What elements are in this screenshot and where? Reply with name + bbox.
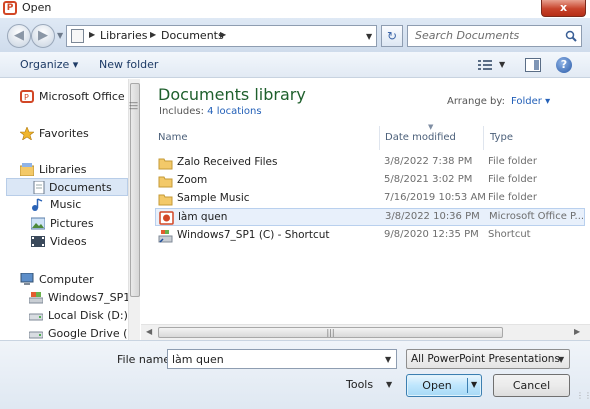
office-icon: P — [20, 90, 34, 103]
library-title: Documents library — [158, 85, 306, 104]
back-button[interactable]: ◀ — [7, 24, 31, 48]
nav-item-libraries[interactable]: Libraries — [20, 161, 128, 179]
file-type-select[interactable]: All PowerPoint Presentations ▼ — [406, 349, 570, 369]
nav-scrollbar[interactable] — [128, 79, 140, 340]
nav-item-pictures[interactable]: Pictures — [31, 215, 128, 233]
arrange-by-dropdown[interactable]: Folder ▾ — [511, 96, 550, 107]
chevron-right-icon[interactable]: ▶ — [220, 30, 226, 39]
view-options-icon[interactable] — [478, 59, 492, 71]
powerpoint-icon — [159, 211, 174, 225]
videos-icon — [31, 236, 45, 247]
column-header-type[interactable]: Type — [490, 132, 513, 150]
folder-icon — [158, 194, 173, 206]
scroll-right-icon[interactable]: ▶ — [574, 327, 580, 336]
nav-item-favorites[interactable]: Favorites — [20, 125, 128, 143]
nav-item-google-drive[interactable]: Google Drive (G:) — [29, 325, 140, 340]
library-icon — [71, 29, 84, 43]
shortcut-icon — [158, 230, 173, 243]
command-toolbar: Organize ▾ New folder ▼ ? — [0, 52, 590, 78]
folder-icon — [158, 158, 173, 170]
nav-item-music[interactable]: Music — [31, 196, 128, 214]
navigation-pane: P Microsoft Office Pc Favorites Librarie… — [0, 79, 140, 340]
forward-button[interactable]: ▶ — [31, 24, 55, 48]
file-row[interactable]: Windows7_SP1 (C) - Shortcut 9/8/2020 12:… — [155, 227, 585, 245]
nav-scroll-thumb[interactable] — [130, 83, 140, 297]
file-list-pane: Documents library Includes: 4 locations … — [141, 79, 590, 340]
split-divider — [467, 378, 468, 393]
search-input[interactable]: Search Documents — [407, 25, 582, 47]
scroll-left-icon[interactable]: ◀ — [146, 327, 152, 336]
drive-c-icon — [29, 292, 43, 304]
arrange-by-label: Arrange by: — [447, 96, 505, 107]
nav-item-computer[interactable]: Computer — [20, 271, 128, 289]
nav-item-office[interactable]: P Microsoft Office Pc — [20, 88, 140, 106]
nav-item-drive-c[interactable]: Windows7_SP1 (C — [29, 289, 140, 307]
dialog-footer: File name: làm quen ▼ All PowerPoint Pre… — [0, 340, 590, 409]
open-button[interactable]: Open ▼ — [406, 374, 482, 397]
recent-locations-arrow-icon[interactable]: ▼ — [57, 31, 63, 40]
address-row: ◀ ▶ ▼ ▶ Libraries ▶ Documents ▶ ▼ ↻ Sear… — [0, 18, 590, 52]
document-icon — [33, 181, 45, 194]
chevron-right-icon[interactable]: ▶ — [89, 30, 95, 39]
file-row[interactable]: Zoom 5/8/2021 3:02 PM File folder — [155, 172, 585, 190]
address-bar[interactable]: ▶ Libraries ▶ Documents ▶ ▼ — [66, 25, 377, 47]
file-row[interactable]: Sample Music 7/16/2019 10:53 AM File fol… — [155, 190, 585, 208]
music-icon — [32, 198, 43, 211]
column-header-date[interactable]: Date modified — [385, 132, 456, 150]
nav-item-videos[interactable]: Videos — [31, 233, 128, 251]
breadcrumb-libraries[interactable]: Libraries — [100, 29, 148, 42]
view-dropdown-icon[interactable]: ▼ — [499, 60, 505, 69]
horizontal-scroll-thumb[interactable]: ||| — [158, 327, 503, 338]
svg-text:P: P — [24, 93, 29, 102]
help-icon[interactable]: ? — [556, 57, 572, 73]
title-bar: P Open x — [0, 0, 590, 18]
file-row-selected[interactable]: làm quen 3/8/2022 10:36 PM Microsoft Off… — [155, 208, 585, 226]
libraries-icon — [20, 163, 34, 176]
search-placeholder: Search Documents — [415, 29, 520, 42]
close-button[interactable]: x — [541, 0, 586, 17]
tools-dropdown-icon[interactable]: ▼ — [386, 380, 392, 389]
star-icon — [20, 127, 34, 140]
pictures-icon — [31, 217, 45, 230]
address-dropdown-icon[interactable]: ▼ — [366, 32, 372, 41]
scroll-grip-icon: — — — — [129, 98, 138, 114]
computer-icon — [20, 273, 34, 285]
refresh-button[interactable]: ↻ — [381, 25, 403, 47]
file-type-dropdown-icon[interactable]: ▼ — [558, 355, 564, 364]
locations-link[interactable]: 4 locations — [207, 106, 261, 117]
file-name-label: File name: — [117, 353, 174, 366]
search-icon[interactable] — [565, 30, 577, 42]
open-options-dropdown-icon[interactable]: ▼ — [471, 380, 477, 389]
organize-button[interactable]: Organize ▾ — [20, 58, 78, 71]
preview-pane-icon[interactable] — [525, 58, 541, 72]
file-row[interactable]: Zalo Received Files 3/8/2022 7:38 PM Fil… — [155, 154, 585, 172]
resize-grip-icon[interactable]: ⋮⋮ — [576, 392, 590, 406]
drive-icon — [29, 313, 43, 321]
horizontal-scrollbar[interactable]: ◀ ||| ▶ — [141, 324, 590, 340]
nav-item-documents[interactable]: Documents — [6, 178, 128, 196]
folder-icon — [158, 176, 173, 188]
nav-item-local-disk-d[interactable]: Local Disk (D:) — [29, 307, 128, 325]
column-divider[interactable] — [379, 126, 380, 150]
breadcrumb-documents[interactable]: Documents — [161, 29, 224, 42]
library-includes: Includes: 4 locations — [159, 106, 262, 117]
tools-menu[interactable]: Tools — [346, 378, 373, 391]
cancel-button[interactable]: Cancel — [493, 374, 570, 397]
column-divider[interactable] — [483, 126, 484, 150]
file-name-dropdown-icon[interactable]: ▼ — [385, 355, 391, 364]
chevron-right-icon[interactable]: ▶ — [150, 30, 156, 39]
column-header-name[interactable]: Name — [158, 132, 188, 150]
new-folder-button[interactable]: New folder — [99, 58, 158, 71]
file-name-input[interactable]: làm quen ▼ — [167, 349, 397, 369]
powerpoint-app-icon: P — [3, 1, 17, 15]
drive-icon — [29, 331, 43, 339]
window-title: Open — [22, 1, 52, 14]
sort-arrow-icon: ▼ — [428, 123, 434, 131]
